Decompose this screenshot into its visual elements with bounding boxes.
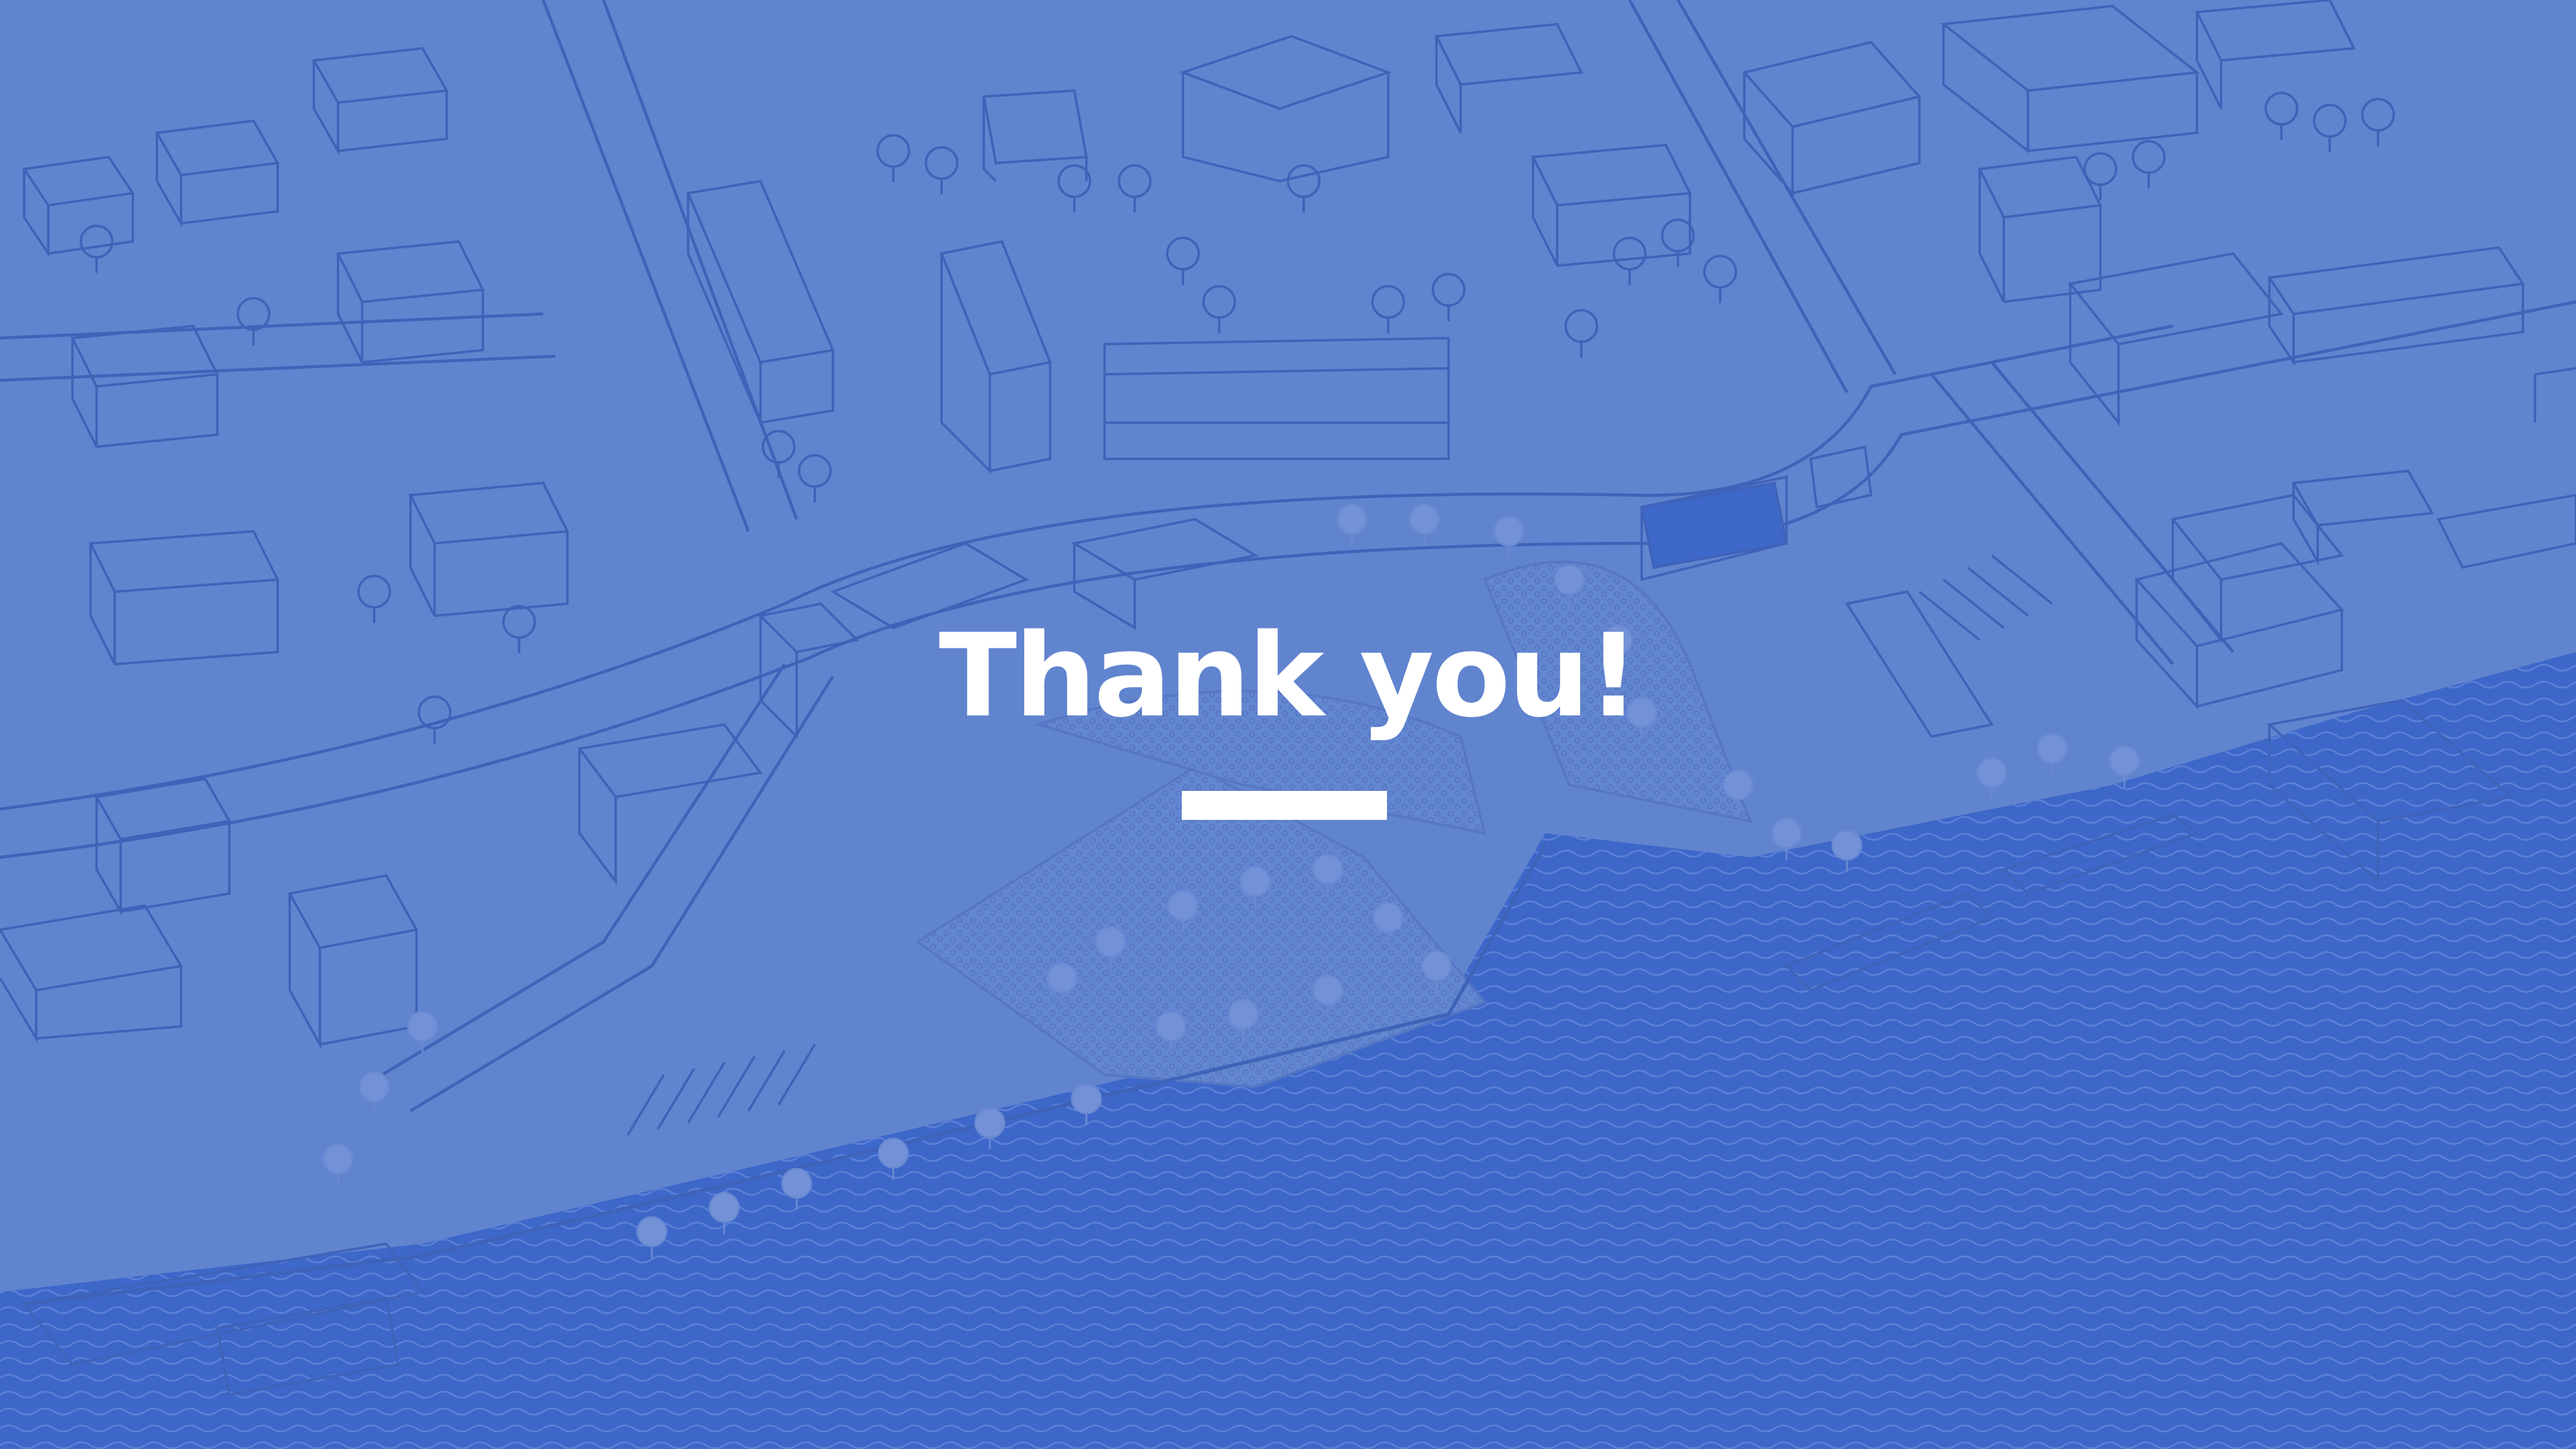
title-underline	[1182, 791, 1387, 820]
thank-you-title: Thank you!	[939, 609, 1639, 743]
thank-you-slide: Thank you!	[0, 0, 2576, 1449]
title-block: Thank you!	[0, 610, 2576, 851]
